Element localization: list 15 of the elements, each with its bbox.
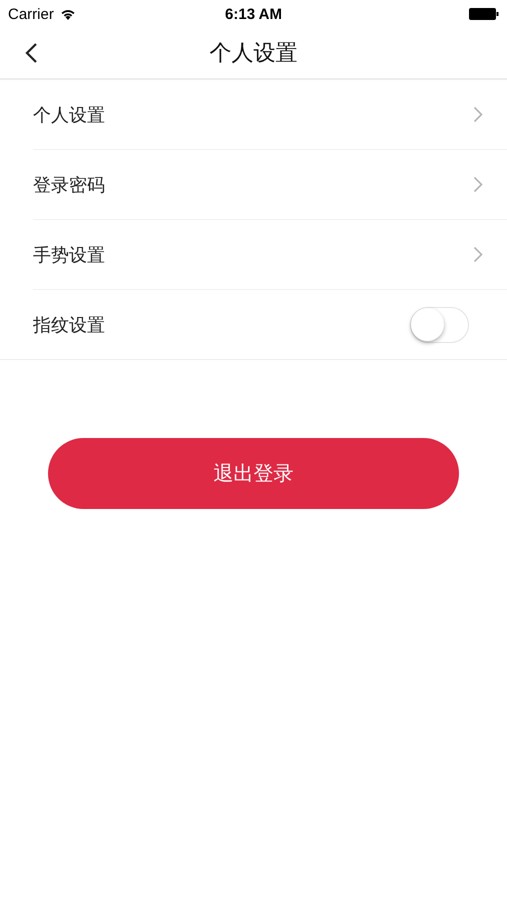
status-time: 6:13 AM	[225, 6, 282, 22]
back-icon[interactable]	[24, 42, 38, 64]
chevron-icon[interactable]	[473, 106, 483, 123]
setting-label: 登录密码	[33, 174, 105, 196]
wifi-icon	[60, 8, 76, 20]
battery-icon	[469, 8, 499, 20]
page-title: 个人设置	[210, 40, 298, 68]
toggle-switch[interactable]	[410, 306, 469, 342]
setting-label: 指纹设置	[33, 314, 105, 336]
chevron-icon[interactable]	[473, 246, 483, 263]
setting-label: 个人设置	[33, 104, 105, 126]
carrier-label: Carrier	[8, 6, 54, 22]
logout-button[interactable]: 退出登录	[48, 438, 459, 509]
chevron-icon[interactable]	[473, 176, 483, 193]
setting-label: 手势设置	[33, 244, 105, 266]
